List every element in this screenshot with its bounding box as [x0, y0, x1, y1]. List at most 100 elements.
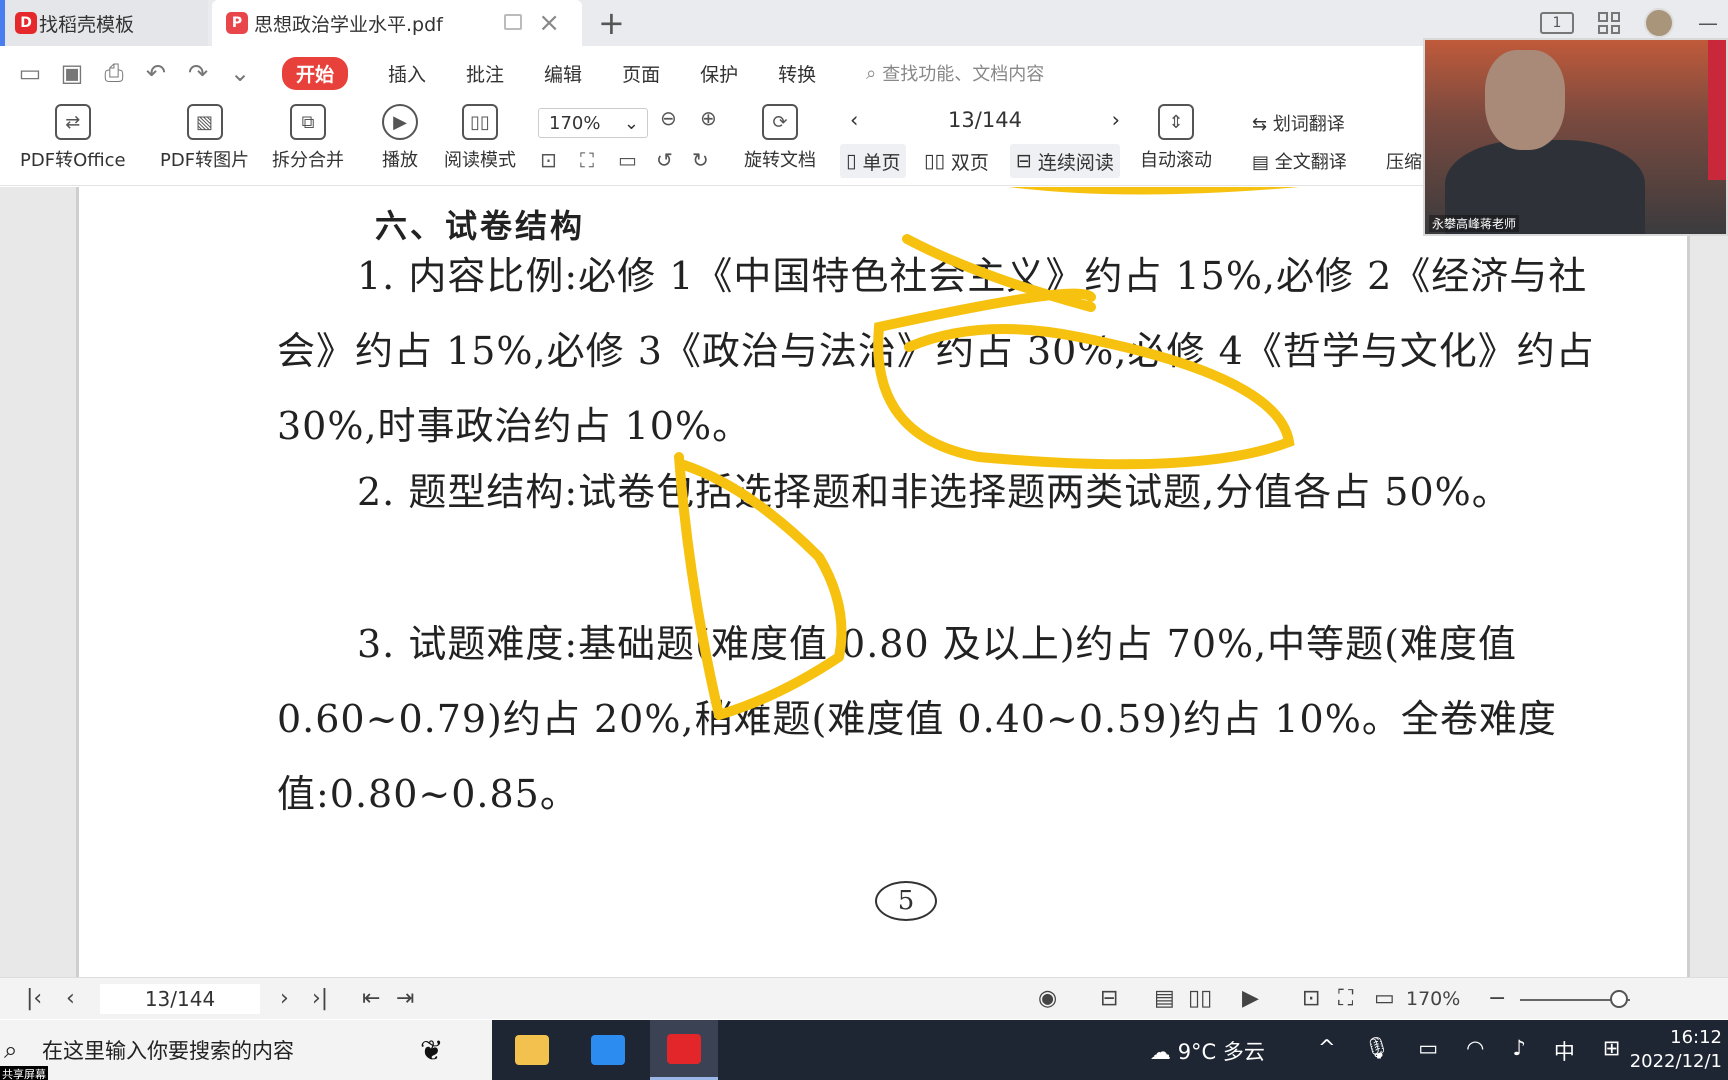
ime-indicator[interactable]: 中: [1554, 1036, 1575, 1066]
translate-icon: ⇆: [1252, 114, 1273, 135]
fit-width-icon[interactable]: ▭: [618, 148, 637, 172]
pdf-to-office-label: PDF转Office: [20, 150, 126, 171]
read-mode-button[interactable]: ▯▯ 阅读模式: [444, 104, 516, 172]
pdf-icon: P: [226, 12, 248, 34]
compress-button[interactable]: 压缩: [1386, 148, 1422, 174]
single-page-view-icon[interactable]: ▤: [1154, 986, 1175, 1011]
auto-scroll-button[interactable]: ⇕ 自动滚动: [1140, 104, 1212, 172]
volume-icon[interactable]: ♪: [1512, 1036, 1525, 1066]
menu-edit[interactable]: 编辑: [544, 60, 582, 87]
taskbar-search[interactable]: ⌕ 在这里输入你要搜索的内容 ❦: [0, 1020, 492, 1080]
actual-size-icon[interactable]: ⊡: [1302, 986, 1320, 1011]
search-box[interactable]: ⌕ 查找功能、文档内容: [866, 60, 1044, 86]
fit-width-icon[interactable]: ▭: [1374, 986, 1395, 1011]
avatar[interactable]: [1644, 8, 1674, 38]
word-translate-label: 划词翻译: [1272, 114, 1345, 135]
paragraph-question-structure: 2. 题型结构:试卷包括选择题和非选择题两类试题,分值各占 50%。: [357, 470, 1511, 514]
fit-page-icon[interactable]: ⛶: [580, 148, 594, 172]
minimize-icon[interactable]: —: [1698, 11, 1718, 35]
last-page-icon[interactable]: ›|: [312, 986, 328, 1011]
zoom-in-icon[interactable]: ⊕: [700, 106, 717, 130]
next-page-icon[interactable]: ›: [280, 986, 289, 1011]
double-page-view-icon[interactable]: ▯▯: [1188, 986, 1212, 1011]
zoom-select[interactable]: 170% ⌄: [538, 108, 648, 138]
full-translate-button[interactable]: ▤ 全文翻译: [1252, 148, 1347, 174]
chevron-up-icon[interactable]: ^: [1318, 1036, 1336, 1066]
previous-page-icon[interactable]: ‹: [850, 108, 858, 132]
menu-protect[interactable]: 保护: [700, 60, 738, 87]
pdf-to-image-label: PDF转图片: [160, 150, 250, 171]
first-page-icon[interactable]: |‹: [26, 986, 42, 1011]
menu-annotate[interactable]: 批注: [466, 60, 504, 87]
weather-widget[interactable]: ☁ 9°C 多云: [1150, 1036, 1265, 1066]
close-tab-icon[interactable]: ×: [538, 8, 560, 38]
document-viewport[interactable]: 六、试卷结构 1. 内容比例:必修 1《中国特色社会主义》约占 15%,必修 2…: [0, 187, 1728, 977]
forward-icon[interactable]: ⇥: [396, 986, 414, 1011]
save-icon[interactable]: ▣: [60, 59, 84, 87]
menu-insert[interactable]: 插入: [388, 60, 426, 87]
single-page-button[interactable]: ▯ 单页: [840, 144, 907, 178]
continuous-read-button[interactable]: ⊟ 连续阅读: [1010, 144, 1120, 178]
back-icon[interactable]: ⇤: [362, 986, 380, 1011]
redo-icon[interactable]: ↷: [186, 59, 210, 87]
undo-icon[interactable]: ↶: [144, 59, 168, 87]
wifi-icon[interactable]: ◠: [1466, 1036, 1484, 1066]
zoom-level[interactable]: 170%: [1406, 988, 1460, 1010]
next-page-icon[interactable]: ›: [1112, 108, 1120, 132]
read-mode-label: 阅读模式: [444, 150, 516, 171]
split-merge-button[interactable]: ⧉ 拆分合并: [272, 104, 344, 172]
pdf-to-image-button[interactable]: ▧ PDF转图片: [160, 104, 249, 172]
print-icon[interactable]: ⎙: [102, 59, 126, 87]
rotate-document-button[interactable]: ⟳ 旋转文档: [744, 104, 816, 172]
continuous-view-icon[interactable]: ⊟: [1100, 986, 1118, 1011]
page-mode-label: 1: [1552, 15, 1562, 31]
new-tab-button[interactable]: +: [598, 4, 625, 42]
zoom-value: 170%: [549, 112, 601, 134]
meeting-app[interactable]: [574, 1020, 642, 1080]
page-input[interactable]: 13/144: [100, 984, 260, 1014]
actual-size-icon[interactable]: ⊡: [540, 148, 557, 172]
play-button[interactable]: ▶ 播放: [382, 104, 418, 172]
zoom-slider-handle[interactable]: [1610, 990, 1628, 1008]
eye-protection-icon[interactable]: ◉: [1038, 986, 1057, 1011]
clock[interactable]: 16:12 2022/12/1: [1630, 1026, 1722, 1074]
search-placeholder: 查找功能、文档内容: [882, 64, 1045, 85]
battery-icon[interactable]: ▭: [1418, 1036, 1438, 1066]
status-bar: |‹ ‹ 13/144 › ›| ⇤ ⇥ ◉ ⊟ ▤ ▯▯ ▶ ⊡ ⛶ ▭ 17…: [0, 977, 1728, 1019]
rotate-right-icon[interactable]: ↻: [692, 148, 709, 172]
docer-logo-icon: D: [15, 12, 37, 34]
tab-template-store[interactable]: D 找稻壳模板: [0, 0, 208, 46]
book-icon: ▯▯: [462, 104, 498, 140]
fit-page-icon[interactable]: ⛶: [1338, 986, 1353, 1011]
microphone-icon[interactable]: 🎙: [1364, 1036, 1391, 1066]
menu-convert[interactable]: 转换: [778, 60, 816, 87]
word-translate-button[interactable]: ⇆ 划词翻译: [1252, 110, 1345, 136]
wps-app[interactable]: [650, 1020, 718, 1080]
zoom-out-icon[interactable]: −: [1488, 986, 1506, 1011]
chevron-down-icon: ⌄: [623, 112, 639, 134]
grid-view-icon[interactable]: [1598, 12, 1620, 34]
full-translate-label: 全文翻译: [1274, 152, 1347, 173]
page-indicator[interactable]: 13/144: [948, 108, 1022, 132]
rotate-left-icon[interactable]: ↺: [656, 148, 673, 172]
pdf-convert-icon: ⇄: [54, 104, 91, 140]
search-icon: ⌕: [866, 62, 877, 84]
double-page-button[interactable]: ▯▯ 双页: [918, 144, 995, 178]
chevron-down-icon[interactable]: ⌄: [228, 59, 252, 87]
file-explorer-app[interactable]: [498, 1020, 566, 1080]
search-icon: ⌕: [4, 1036, 18, 1064]
open-folder-icon[interactable]: ▭: [18, 59, 42, 87]
cloud-icon: ☁: [1150, 1040, 1178, 1064]
menu-start[interactable]: 开始: [282, 56, 349, 90]
zoom-out-icon[interactable]: ⊖: [660, 106, 677, 130]
previous-page-icon[interactable]: ‹: [66, 986, 75, 1011]
compress-label: 压缩: [1386, 152, 1422, 173]
video-overlay[interactable]: 永攀高峰蒋老师: [1423, 38, 1728, 236]
menu-page[interactable]: 页面: [622, 60, 660, 87]
keyboard-icon[interactable]: ⊞: [1603, 1036, 1621, 1066]
window-icon[interactable]: [504, 14, 522, 30]
tab-pdf-document[interactable]: P 思想政治学业水平.pdf ×: [212, 0, 582, 46]
page-mode-button[interactable]: 1: [1540, 12, 1574, 34]
play-icon[interactable]: ▶: [1242, 986, 1259, 1011]
pdf-to-office-button[interactable]: ⇄ PDF转Office: [20, 104, 126, 172]
